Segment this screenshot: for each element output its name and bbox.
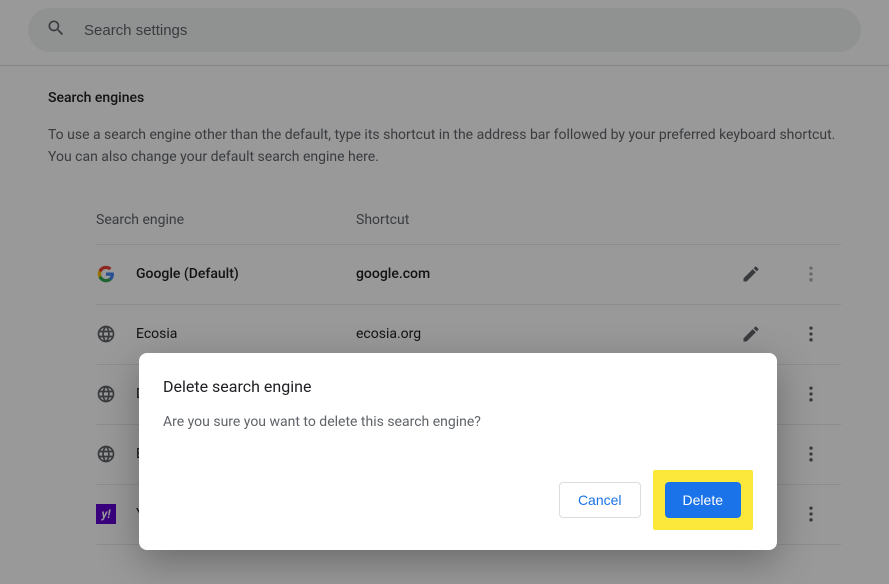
dialog-title: Delete search engine (163, 377, 753, 396)
cancel-button[interactable]: Cancel (559, 482, 641, 518)
delete-dialog: Delete search engine Are you sure you wa… (139, 353, 777, 550)
dialog-actions: Cancel Delete (163, 470, 753, 530)
delete-button[interactable]: Delete (665, 482, 741, 518)
highlight: Delete (653, 470, 753, 530)
dialog-message: Are you sure you want to delete this sea… (163, 414, 753, 430)
